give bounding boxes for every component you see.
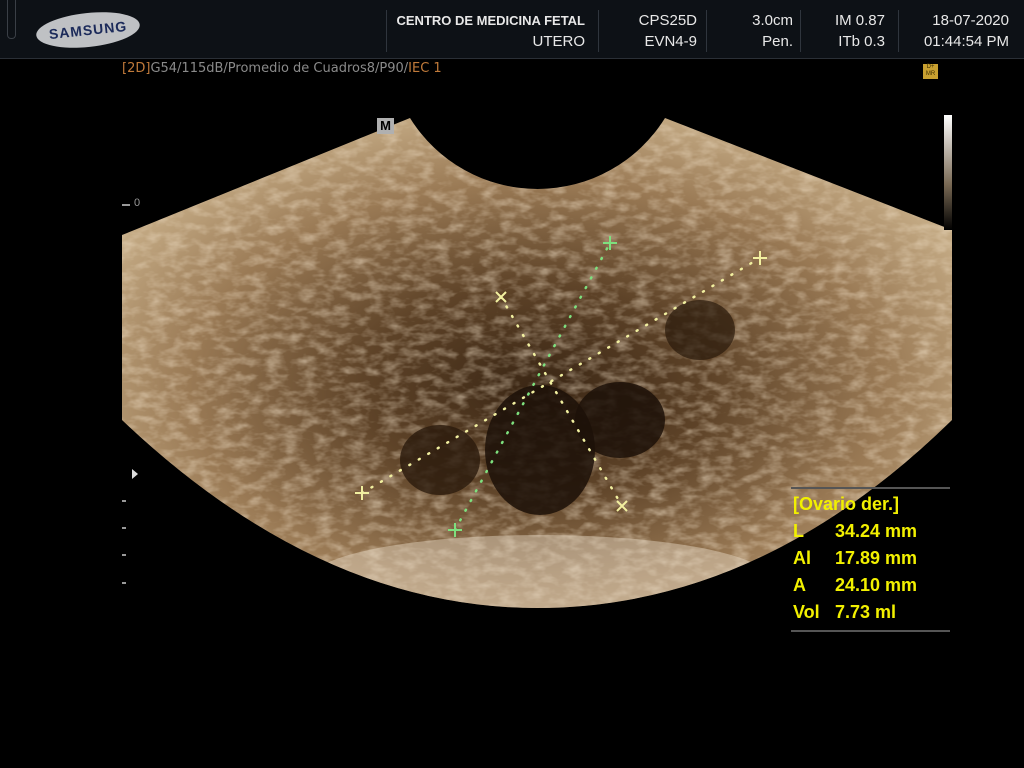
ultrasound-image (122, 118, 952, 608)
measurement-label: L (793, 521, 804, 541)
measurement-value: 24.10 mm (835, 575, 918, 595)
bright-echo (310, 535, 770, 608)
measurement-panel: [Ovario der.] L 34.24 mm Al 17.89 mm A 24.1… (791, 487, 950, 632)
measurement-value: 34.24 mm (835, 521, 918, 541)
focus-marker-icon (132, 469, 138, 479)
scale-tick (122, 204, 130, 206)
scale-tick (122, 554, 126, 556)
scale-tick (122, 527, 126, 529)
grayscale-bar (944, 115, 952, 230)
measurement-value: 7.73 ml (835, 602, 897, 622)
measurement-title: [Ovario der.] (793, 494, 900, 514)
follicle (575, 382, 665, 458)
scale-zero-label: 0 (134, 197, 141, 209)
measurement-label: Vol (793, 602, 820, 622)
follicle (485, 385, 595, 515)
measurement-label: Al (793, 548, 811, 568)
scale-tick (122, 582, 126, 584)
measurement-row: Al 17.89 mm (793, 545, 950, 572)
measurement-row: Vol 7.73 ml (793, 599, 950, 626)
follicle (400, 425, 480, 495)
orientation-marker: M (377, 118, 394, 134)
measurement-row: A 24.10 mm (793, 572, 950, 599)
measurement-row: L 34.24 mm (793, 518, 950, 545)
measurement-value: 17.89 mm (835, 548, 918, 568)
measurement-label: A (793, 575, 806, 595)
scale-tick (122, 500, 126, 502)
